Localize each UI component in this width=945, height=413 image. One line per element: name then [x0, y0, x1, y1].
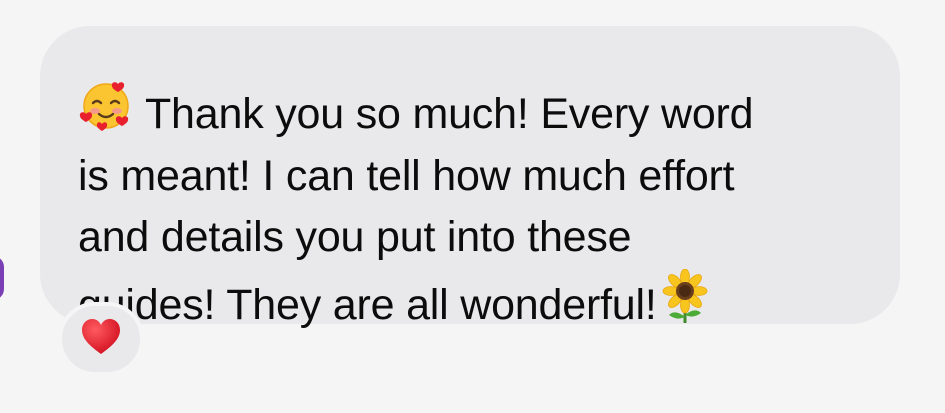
message-bubble[interactable]: Thank you so much! Every word is meant! … — [40, 26, 900, 329]
heart-reaction[interactable] — [58, 302, 144, 376]
red-heart-icon — [80, 318, 122, 361]
message-line-1: Thank you so much! Every word — [144, 90, 754, 138]
sender-avatar[interactable] — [0, 256, 4, 300]
message-line-4: guides! They are all wonderful! — [78, 280, 657, 329]
message-line-3: and details you put into these — [78, 213, 632, 261]
message-line-2: is meant! I can tell how much effort — [78, 151, 735, 200]
smiling-face-with-hearts-icon — [78, 78, 134, 134]
sunflower-icon — [657, 268, 713, 325]
message-text: Thank you so much! Every word is meant! … — [78, 78, 860, 336]
